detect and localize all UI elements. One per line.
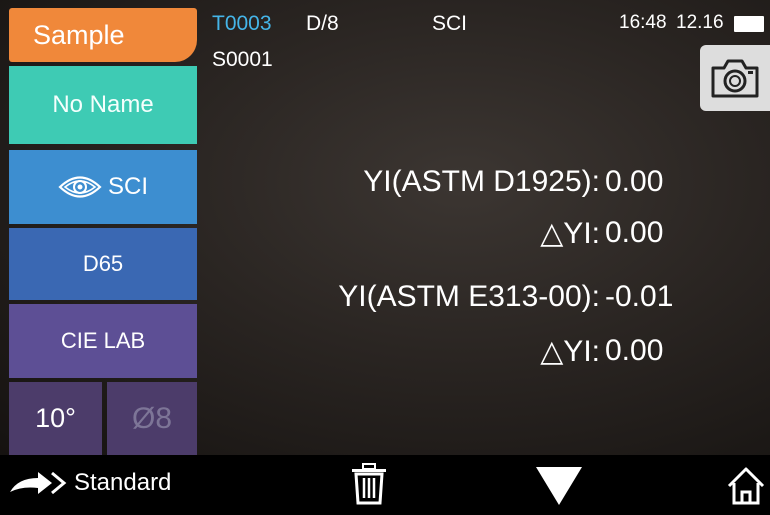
sample-code: S0001 — [212, 48, 273, 71]
arrow-right-icon — [10, 471, 67, 495]
sample-name-button[interactable]: No Name — [9, 66, 197, 144]
yi-d1925-label: YI(ASTM D1925): — [363, 165, 600, 198]
delta-yi-e313-value: 0.00 — [605, 334, 664, 367]
yi-e313-label: YI(ASTM E313-00): — [338, 280, 600, 313]
eye-icon — [58, 176, 102, 198]
yi-d1925-value: 0.00 — [605, 165, 664, 198]
down-triangle-icon[interactable] — [534, 465, 584, 507]
measurement-mode-label: SCI — [107, 173, 148, 200]
measurement-mode-button[interactable]: SCI — [9, 150, 197, 224]
camera-button[interactable] — [700, 45, 770, 111]
delta-yi-d1925-label: △YI: — [540, 217, 600, 250]
observer-label: 10° — [35, 403, 76, 433]
mode-indicator: SCI — [432, 12, 468, 35]
clock-time: 16:48 — [619, 12, 667, 33]
sample-name-label: No Name — [52, 91, 154, 118]
color-space-button[interactable]: CIE LAB — [9, 304, 197, 378]
trash-icon[interactable] — [349, 463, 389, 505]
color-space-label: CIE LAB — [60, 328, 146, 353]
battery-icon — [734, 16, 764, 32]
home-icon[interactable] — [726, 465, 766, 507]
aperture-button[interactable]: Ø8 — [107, 382, 197, 455]
illuminant-label: D65 — [82, 251, 124, 276]
measurement-screen: Sample No Name SCI D65 CIE LAB 10° Ø8 T0… — [0, 0, 770, 455]
standard-button[interactable]: Standard — [8, 469, 171, 497]
delta-yi-d1925-value: 0.00 — [605, 216, 664, 249]
bottom-toolbar: Standard — [0, 455, 770, 515]
clock-date: 12.16 — [676, 12, 724, 33]
camera-icon — [711, 59, 759, 98]
test-code: T0003 — [212, 12, 272, 35]
delta-yi-e313-label: △YI: — [540, 335, 600, 368]
standard-label: Standard — [74, 469, 172, 496]
aperture-label: Ø8 — [131, 401, 173, 435]
yi-e313-value: -0.01 — [605, 280, 674, 313]
illuminant-button[interactable]: D65 — [9, 228, 197, 300]
observer-button[interactable]: 10° — [9, 382, 102, 455]
geometry-label: D/8 — [306, 12, 339, 35]
sample-tab[interactable]: Sample — [9, 8, 197, 62]
sample-tab-label: Sample — [33, 19, 125, 50]
